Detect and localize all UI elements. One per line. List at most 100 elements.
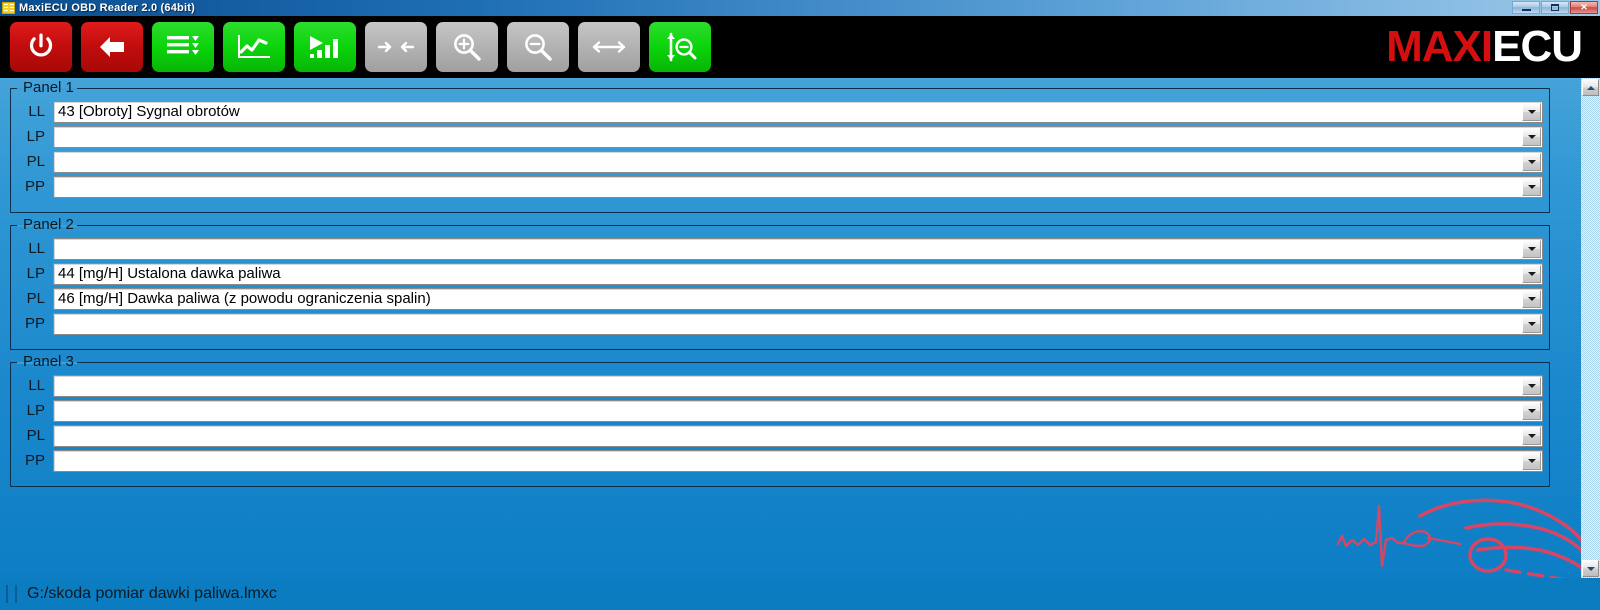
panel-3-combo-lp[interactable] <box>53 399 1543 422</box>
panel-2-row-pp: PP <box>17 311 1543 336</box>
panel-3-rows: LL LP PL PP <box>11 363 1549 480</box>
chevron-down-icon <box>1527 134 1536 139</box>
panel-2-label-ll: LL <box>28 240 45 257</box>
panel-1-rows: LL 43 [Obroty] Sygnal obrotów LP PL PP <box>11 89 1549 206</box>
panel-2-value-lp: 44 [mg/H] Ustalona dawka paliwa <box>58 265 281 282</box>
close-button[interactable]: ✕ <box>1570 1 1598 14</box>
panel-1-label-pl: PL <box>26 153 45 170</box>
zoom-out-button[interactable] <box>507 22 569 72</box>
panel-2-groupbox: Panel 2 LL LP 44 [mg/H] Ustalona dawka p… <box>10 216 1550 350</box>
panel-1-dropdown-pp[interactable] <box>1522 177 1541 196</box>
panel-1-dropdown-ll[interactable] <box>1522 102 1541 121</box>
panel-1-value-lp <box>54 127 1522 147</box>
panel-3-combo-pp[interactable] <box>53 449 1543 472</box>
panel-1-value-ll: 43 [Obroty] Sygnal obrotów <box>58 103 240 120</box>
list-dropdown-icon <box>167 36 199 55</box>
panel-2-row-lp: LP 44 [mg/H] Ustalona dawka paliwa <box>17 261 1543 286</box>
chevron-down-icon <box>1527 321 1536 326</box>
panel-1-label-ll: LL <box>28 103 45 120</box>
chevron-down-icon <box>1527 246 1536 251</box>
panel-3-label-pp: PP <box>24 452 45 469</box>
chevron-down-icon <box>1527 433 1536 438</box>
panel-1-combo-ll[interactable]: 43 [Obroty] Sygnal obrotów <box>53 100 1543 123</box>
chevron-down-icon <box>1527 408 1536 413</box>
panel-3-value-lp <box>54 401 1522 421</box>
collapse-button[interactable] <box>365 22 427 72</box>
panel-3-dropdown-pl[interactable] <box>1522 426 1541 445</box>
panel-1-row-ll: LL 43 [Obroty] Sygnal obrotów <box>17 99 1543 124</box>
chevron-down-icon <box>1527 271 1536 276</box>
panel-1-dropdown-lp[interactable] <box>1522 127 1541 146</box>
car-waveform-watermark <box>1336 498 1587 578</box>
line-chart-button[interactable] <box>223 22 285 72</box>
parameter-list-button[interactable] <box>152 22 214 72</box>
panel-1-value-pl <box>54 152 1522 172</box>
panel-2-combo-pl[interactable]: 46 [mg/H] Dawka paliwa (z powodu ogranic… <box>53 287 1543 310</box>
vertical-zoom-out-button[interactable] <box>649 22 711 72</box>
power-icon <box>29 33 53 57</box>
panel-3-row-ll: LL <box>17 373 1543 398</box>
title-bar[interactable]: MaxiECU OBD Reader 2.0 (64bit) ✕ <box>0 0 1600 16</box>
panel-1-dropdown-pl[interactable] <box>1522 152 1541 171</box>
chevron-down-icon <box>1527 159 1536 164</box>
panel-2-dropdown-ll[interactable] <box>1522 239 1541 258</box>
chevron-up-icon <box>1586 85 1595 90</box>
panel-3-dropdown-lp[interactable] <box>1522 401 1541 420</box>
panel-1-row-pp: PP <box>17 174 1543 199</box>
panel-3-value-ll <box>54 376 1522 396</box>
panel-3-row-pl: PL <box>17 423 1543 448</box>
panel-1-value-pp <box>54 177 1522 197</box>
bar-chart-button[interactable] <box>294 22 356 72</box>
panel-2-label-pl: PL <box>26 290 45 307</box>
panel-2-dropdown-pp[interactable] <box>1522 314 1541 333</box>
panel-3-label-pl: PL <box>26 427 45 444</box>
play-bar-chart-icon <box>310 36 338 58</box>
power-off-button[interactable] <box>10 22 72 72</box>
maxiecu-app-icon <box>2 2 15 14</box>
panel-2-dropdown-lp[interactable] <box>1522 264 1541 283</box>
back-button[interactable] <box>81 22 143 72</box>
scroll-up-arrow[interactable] <box>1582 79 1599 96</box>
scroll-down-arrow[interactable] <box>1582 560 1599 577</box>
chevron-down-icon <box>1527 383 1536 388</box>
chevron-down-icon <box>1586 566 1595 571</box>
panel-2-value-ll <box>54 239 1522 259</box>
panel-3-combo-ll[interactable] <box>53 374 1543 397</box>
panel-1-row-pl: PL <box>17 149 1543 174</box>
vertical-scrollbar[interactable] <box>1581 78 1600 578</box>
panel-2-combo-ll[interactable] <box>53 237 1543 260</box>
panel-3-groupbox: Panel 3 LL LP PL PP <box>10 353 1550 487</box>
panel-3-row-lp: LP <box>17 398 1543 423</box>
panel-2-rows: LL LP 44 [mg/H] Ustalona dawka paliwa PL… <box>11 226 1549 343</box>
panel-3-row-pp: PP <box>17 448 1543 473</box>
arrows-out-icon <box>592 41 626 53</box>
main-toolbar: MAXIECU <box>0 16 1600 78</box>
panel-1-label-pp: PP <box>24 178 45 195</box>
panel-1-combo-pl[interactable] <box>53 150 1543 173</box>
panel-3-combo-pl[interactable] <box>53 424 1543 447</box>
panel-2-label-pp: PP <box>24 315 45 332</box>
restore-button[interactable] <box>1541 1 1569 14</box>
logo-maxi-text: MAXI <box>1386 22 1493 71</box>
panel-3-dropdown-pp[interactable] <box>1522 451 1541 470</box>
arrow-left-icon <box>100 37 124 57</box>
panel-1-label-lp: LP <box>26 128 45 145</box>
vertical-arrows-magnifier-minus-icon <box>667 32 697 62</box>
panel-2-combo-pp[interactable] <box>53 312 1543 335</box>
panel-2-dropdown-pl[interactable] <box>1522 289 1541 308</box>
status-divider-1 <box>6 585 8 603</box>
panel-2-row-ll: LL <box>17 236 1543 261</box>
chevron-down-icon <box>1527 458 1536 463</box>
panel-1-combo-lp[interactable] <box>53 125 1543 148</box>
window-controls: ✕ <box>1512 1 1598 14</box>
panel-3-dropdown-ll[interactable] <box>1522 376 1541 395</box>
panel-1-combo-pp[interactable] <box>53 175 1543 198</box>
panel-2-value-pp <box>54 314 1522 334</box>
chevron-down-icon <box>1527 109 1536 114</box>
minimize-button[interactable] <box>1512 1 1540 14</box>
panel-3-title: Panel 3 <box>23 353 74 370</box>
expand-button[interactable] <box>578 22 640 72</box>
logo-ecu-text: ECU <box>1492 22 1583 71</box>
panel-2-combo-lp[interactable]: 44 [mg/H] Ustalona dawka paliwa <box>53 262 1543 285</box>
zoom-in-button[interactable] <box>436 22 498 72</box>
